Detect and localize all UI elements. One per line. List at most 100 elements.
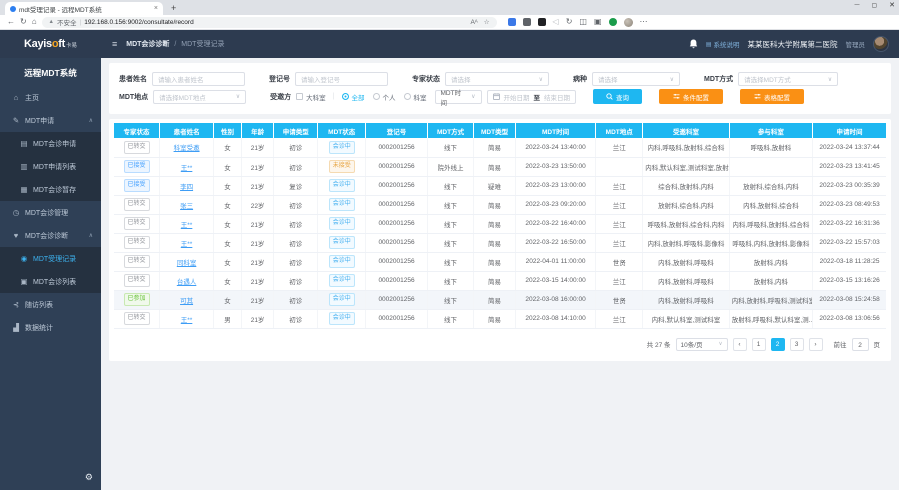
patient-name-link[interactable]: 王** [181, 317, 193, 324]
filter-select[interactable]: 请选择MDT方式∨ [738, 72, 838, 86]
user-avatar[interactable] [873, 36, 889, 52]
sidebar-item-数据统计[interactable]: ▟数据统计 [0, 316, 101, 339]
cell-mdt_mode: 线下 [427, 271, 473, 290]
extension-icon[interactable] [508, 18, 516, 26]
browser-tab[interactable]: mdt受理记录 - 远程MDT系统 × [5, 2, 163, 15]
mdt-place-select[interactable]: 请选择MDT地点 ∨ [153, 90, 246, 104]
filter-select[interactable]: 请选择∨ [445, 72, 549, 86]
logo-text-end: ft [58, 38, 65, 50]
filter-input[interactable]: 请输入患者姓名 [152, 72, 245, 86]
home-icon[interactable]: ⌂ [32, 18, 37, 26]
cell-reg_no: 0002001256 [366, 252, 428, 271]
radio-科室[interactable]: 科室 [404, 92, 435, 102]
favorite-star-icon[interactable]: ☆ [484, 18, 490, 26]
cell-apply_time: 2022-03-23 13:41:45 [813, 157, 886, 176]
column-header: 申请类型 [274, 123, 318, 138]
cell-age: 21岁 [241, 176, 273, 195]
patient-name-link[interactable]: 可其 [180, 298, 193, 305]
cell-apply_type: 初诊 [274, 214, 318, 233]
sidebar: 远程MDT系统 ⌂主页✎MDT申请∧▤MDT会诊申请▥MDT申请列表▦MDT会诊… [0, 58, 101, 490]
patient-name-link[interactable]: 科室受邀 [174, 145, 200, 152]
search-button[interactable]: 查询 [593, 89, 642, 104]
window-minimize-button[interactable]: — [854, 2, 859, 8]
extension-icon[interactable] [609, 18, 617, 26]
split-screen-icon[interactable]: ◫ [579, 18, 587, 26]
window-maximize-button[interactable]: ▢ [871, 2, 877, 9]
extension-icon[interactable] [538, 18, 546, 26]
sidebar-item-label: MDT会诊诊断 [25, 231, 68, 241]
patient-name-link[interactable]: 同科室 [177, 260, 197, 267]
goto-page-input[interactable]: 2 [852, 338, 869, 351]
cell-mdt_type: 简易 [474, 138, 516, 157]
sidebar-item-MDT申请列表[interactable]: ▥MDT申请列表 [0, 155, 101, 178]
cell-apply_type: 初诊 [274, 195, 318, 214]
goto-label: 前往 [834, 339, 847, 349]
sidebar-item-MDT会诊列表[interactable]: ▣MDT会诊列表 [0, 270, 101, 293]
page-button-2[interactable]: 2 [771, 338, 785, 351]
page-size-select[interactable]: 10条/页 ∨ [676, 338, 728, 351]
sidebar-item-MDT会诊申请[interactable]: ▤MDT会诊申请 [0, 132, 101, 155]
prev-page-button[interactable]: ‹ [733, 338, 747, 351]
sidebar-item-主页[interactable]: ⌂主页 [0, 86, 101, 109]
cell-joined_depts: 内科,放射科,呼吸科,测试科室 [729, 290, 812, 309]
table-config-button[interactable]: 表格配置 [740, 89, 804, 104]
patient-name-link[interactable]: 台遇人 [177, 279, 197, 286]
invitee-checkbox[interactable]: 大科室 [296, 92, 326, 102]
shield-icon[interactable]: ▣ [594, 18, 602, 26]
date-range-picker[interactable]: 开始日期 至 结束日期 [487, 90, 577, 104]
read-aloud-icon[interactable]: Aᴬ [470, 19, 477, 26]
chevron-down-icon: ∨ [824, 76, 832, 83]
patient-name-link[interactable]: 李四 [180, 184, 193, 191]
search-icon [606, 93, 613, 100]
bell-icon[interactable] [689, 39, 698, 49]
address-bar[interactable]: ▲ 不安全 | 192.168.0.156:9002/consultate/re… [42, 17, 497, 28]
radio-全部[interactable]: 全部 [342, 92, 373, 102]
patient-name-link[interactable]: 王** [181, 222, 193, 229]
patient-name-link[interactable]: 张三 [180, 203, 193, 210]
page-button-1[interactable]: 1 [752, 338, 766, 351]
browser-profile-avatar[interactable] [624, 18, 633, 27]
breadcrumb-parent[interactable]: MDT会诊诊断 [126, 41, 169, 48]
cell-apply_time: 2022-03-23 08:49:53 [813, 195, 886, 214]
extension-icon[interactable] [523, 18, 531, 26]
sidebar-item-随访列表[interactable]: ⊰随访列表 [0, 293, 101, 316]
expert-status-tag: 已转交 [124, 198, 150, 211]
patient-name-link[interactable]: 王** [181, 165, 193, 172]
filter-select[interactable]: 请选择∨ [592, 72, 680, 86]
table-config-icon [754, 93, 761, 100]
cell-mdt_time: 2022-03-23 09:20:00 [515, 195, 595, 214]
mute-icon[interactable]: ◁ [553, 18, 559, 26]
table-row: 已转交科室受邀女21岁初诊会诊中0002001256线下简易2022-03-24… [114, 138, 886, 157]
sidebar-collapse-icon[interactable]: ≡ [112, 39, 117, 49]
gear-icon[interactable]: ⚙ [85, 472, 93, 483]
window-close-button[interactable]: ✕ [889, 1, 895, 9]
filter-input[interactable]: 请输入登记号 [295, 72, 388, 86]
cell-name: 李四 [160, 176, 214, 195]
table-row: 已转交王**男21岁初诊会诊中0002001256线下简易2022-03-08 … [114, 309, 886, 328]
system-doc-link[interactable]: ▤ 系统说明 [706, 39, 740, 49]
page-button-3[interactable]: 3 [790, 338, 804, 351]
next-page-button[interactable]: › [809, 338, 823, 351]
back-icon[interactable]: ← [7, 18, 15, 26]
mdt-status-tag: 会诊中 [329, 179, 355, 192]
sync-icon[interactable]: ↻ [566, 18, 573, 26]
condition-config-button[interactable]: 条件配置 [659, 89, 723, 104]
new-tab-button[interactable]: + [171, 2, 176, 15]
invitee-label: 受邀方 [270, 92, 291, 102]
sidebar-item-MDT会诊管理[interactable]: ◷MDT会诊管理 [0, 201, 101, 224]
refresh-icon[interactable]: ↻ [20, 18, 27, 26]
radio-个人[interactable]: 个人 [373, 92, 404, 102]
divider: | [80, 19, 82, 26]
cell-apply_time: 2022-03-22 15:57:03 [813, 233, 886, 252]
sidebar-item-MDT受理记录[interactable]: ◉MDT受理记录 [0, 247, 101, 270]
cell-joined_depts: 放射科,呼吸科,默认科室,测... [729, 309, 812, 328]
sidebar-item-MDT会诊暂存[interactable]: ▦MDT会诊暂存 [0, 178, 101, 201]
cell-apply_type: 初诊 [274, 290, 318, 309]
cell-joined_depts: 内科,放射科,综合科 [729, 195, 812, 214]
more-menu-icon[interactable]: ⋯ [640, 18, 648, 26]
mdt-time-select[interactable]: MDT时间 ∨ [435, 90, 482, 104]
tab-close-icon[interactable]: × [154, 5, 158, 12]
sidebar-item-MDT申请[interactable]: ✎MDT申请∧ [0, 109, 101, 132]
patient-name-link[interactable]: 王** [181, 241, 193, 248]
sidebar-item-MDT会诊诊断[interactable]: ♥MDT会诊诊断∧ [0, 224, 101, 247]
